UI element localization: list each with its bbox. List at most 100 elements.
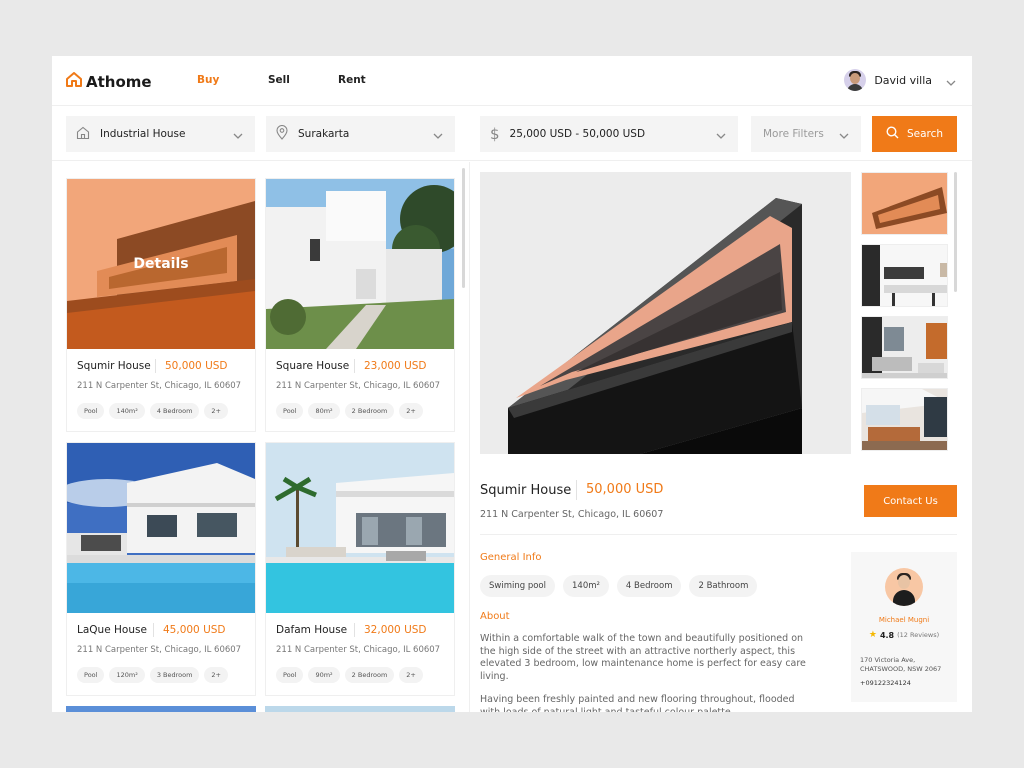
agent-phone[interactable]: +09122324124 [860, 679, 911, 687]
search-icon [886, 126, 899, 142]
gallery-scrollbar[interactable] [954, 172, 957, 292]
more-filters-select[interactable]: More Filters [751, 116, 861, 152]
tag-more: 2+ [204, 667, 229, 683]
detail-price: 50,000 USD [586, 482, 664, 497]
listing-card-partial[interactable] [66, 706, 256, 712]
listing-tags: Pool 140m² 4 Bedroom 2+ [77, 403, 229, 419]
about-paragraph-2: Having been freshly painted and new floo… [480, 694, 795, 712]
about-title: About [480, 611, 510, 622]
agent-address-line-1: 170 Victoria Ave, [860, 656, 916, 664]
details-overlay[interactable]: Details [67, 179, 255, 349]
location-pin-icon [276, 125, 288, 143]
listing-grid: Details Squmir House 50,000 USD 211 N Ca… [52, 162, 464, 712]
info-tag-area: 140m² [563, 575, 609, 597]
star-icon: ★ [868, 630, 877, 640]
tag-area: 120m² [109, 667, 145, 683]
nav-sell[interactable]: Sell [268, 74, 290, 86]
tag-more: 2+ [204, 403, 229, 419]
chevron-down-icon [716, 130, 726, 142]
tag-more: 2+ [399, 403, 423, 419]
dollar-icon: $ [490, 125, 500, 143]
agent-address: 170 Victoria Ave, CHATSWOOD, NSW 2067 [860, 656, 952, 673]
listing-price: 23,000 USD [364, 360, 427, 372]
listing-price: 50,000 USD [165, 360, 228, 372]
user-name: David villa [874, 73, 932, 87]
review-count: (12 Reviews) [897, 631, 940, 639]
listing-image: Details [67, 179, 255, 349]
agent-rating: ★ 4.8 (12 Reviews) [851, 630, 957, 640]
tag-more: 2+ [399, 667, 423, 683]
logo[interactable]: Athome [66, 72, 152, 91]
general-info-tags: Swiming pool 140m² 4 Bedroom 2 Bathroom [480, 575, 758, 597]
listing-card[interactable]: Square House 23,000 USD 211 N Carpenter … [265, 178, 455, 432]
listing-address: 211 N Carpenter St, Chicago, IL 60607 [276, 645, 441, 655]
agent-name[interactable]: Michael Mugni [851, 616, 957, 624]
user-menu[interactable]: David villa [844, 69, 956, 91]
tag-bedroom: 2 Bedroom [344, 667, 395, 683]
tag-pool: Pool [276, 403, 304, 419]
price-range-value: 25,000 USD - 50,000 USD [509, 128, 646, 140]
contact-us-button[interactable]: Contact Us [864, 485, 957, 517]
tag-bedroom: 3 Bedroom [149, 667, 200, 683]
top-header: Athome Buy Sell Rent David villa [52, 56, 972, 106]
location-value: Surakarta [298, 128, 350, 140]
app-window: Athome Buy Sell Rent David villa Industr… [52, 56, 972, 712]
gallery-thumb[interactable] [861, 244, 948, 307]
location-select[interactable]: Surakarta [266, 116, 455, 152]
listing-card[interactable]: Details Squmir House 50,000 USD 211 N Ca… [66, 178, 256, 432]
listing-tags: Pool 80m² 2 Bedroom 2+ [276, 403, 423, 419]
listing-title: LaQue House [77, 624, 147, 636]
listing-address: 211 N Carpenter St, Chicago, IL 60607 [77, 381, 242, 391]
tag-bedroom: 4 Bedroom [149, 403, 200, 419]
listing-card[interactable]: LaQue House 45,000 USD 211 N Carpenter S… [66, 442, 256, 696]
tag-bedroom: 2 Bedroom [344, 403, 395, 419]
info-tag-bathroom: 2 Bathroom [689, 575, 758, 597]
info-tag-bedroom: 4 Bedroom [616, 575, 682, 597]
listing-scrollbar[interactable] [462, 168, 465, 288]
user-avatar [844, 69, 867, 91]
listing-card-partial[interactable] [265, 706, 455, 712]
listing-price: 45,000 USD [163, 624, 226, 636]
gallery-thumb[interactable] [861, 316, 948, 379]
listing-card[interactable]: Dafam House 32,000 USD 211 N Carpenter S… [265, 442, 455, 696]
info-tag-pool: Swiming pool [480, 575, 555, 597]
agent-address-line-2: CHATSWOOD, NSW 2067 [860, 664, 942, 673]
gallery-thumb[interactable] [861, 388, 948, 451]
tag-area: 80m² [308, 403, 340, 419]
logo-text: Athome [86, 72, 152, 91]
listing-tags: Pool 120m² 3 Bedroom 2+ [77, 667, 229, 683]
listing-tags: Pool 90m² 2 Bedroom 2+ [276, 667, 423, 683]
listing-title: Squmir House [77, 360, 151, 372]
property-type-value: Industrial House [100, 128, 186, 140]
listing-title: Dafam House [276, 624, 348, 636]
nav-buy[interactable]: Buy [197, 74, 219, 86]
gallery-thumb[interactable] [861, 172, 948, 235]
tag-pool: Pool [77, 403, 105, 419]
chevron-down-icon [946, 71, 956, 90]
listing-address: 211 N Carpenter St, Chicago, IL 60607 [77, 645, 242, 655]
agent-card: Michael Mugni ★ 4.8 (12 Reviews) 170 Vic… [851, 552, 957, 702]
more-filters-label: More Filters [763, 128, 824, 140]
listing-title: Square House [276, 360, 350, 372]
price-range-select[interactable]: $ 25,000 USD - 50,000 USD [480, 116, 738, 152]
detail-address: 211 N Carpenter St, Chicago, IL 60607 [480, 509, 664, 520]
listing-price: 32,000 USD [364, 624, 427, 636]
tag-pool: Pool [276, 667, 304, 683]
chevron-down-icon [839, 130, 849, 142]
house-logo-icon [66, 72, 82, 91]
detail-title: Squmir House [480, 483, 572, 498]
search-button[interactable]: Search [872, 116, 957, 152]
chevron-down-icon [233, 130, 243, 142]
general-info-title: General Info [480, 552, 542, 563]
tag-pool: Pool [77, 667, 105, 683]
about-paragraph-1: Within a comfortable walk of the town an… [480, 633, 806, 682]
agent-avatar [885, 568, 923, 606]
rating-value: 4.8 [879, 630, 895, 640]
tag-area: 90m² [308, 667, 340, 683]
nav-rent[interactable]: Rent [338, 74, 366, 86]
property-type-select[interactable]: Industrial House [66, 116, 255, 152]
detail-panel: Squmir House 50,000 USD 211 N Carpenter … [469, 162, 972, 712]
listing-image [266, 179, 454, 349]
hero-image [480, 172, 851, 454]
filter-bar: Industrial House Surakarta $ 25,000 USD … [52, 107, 972, 161]
